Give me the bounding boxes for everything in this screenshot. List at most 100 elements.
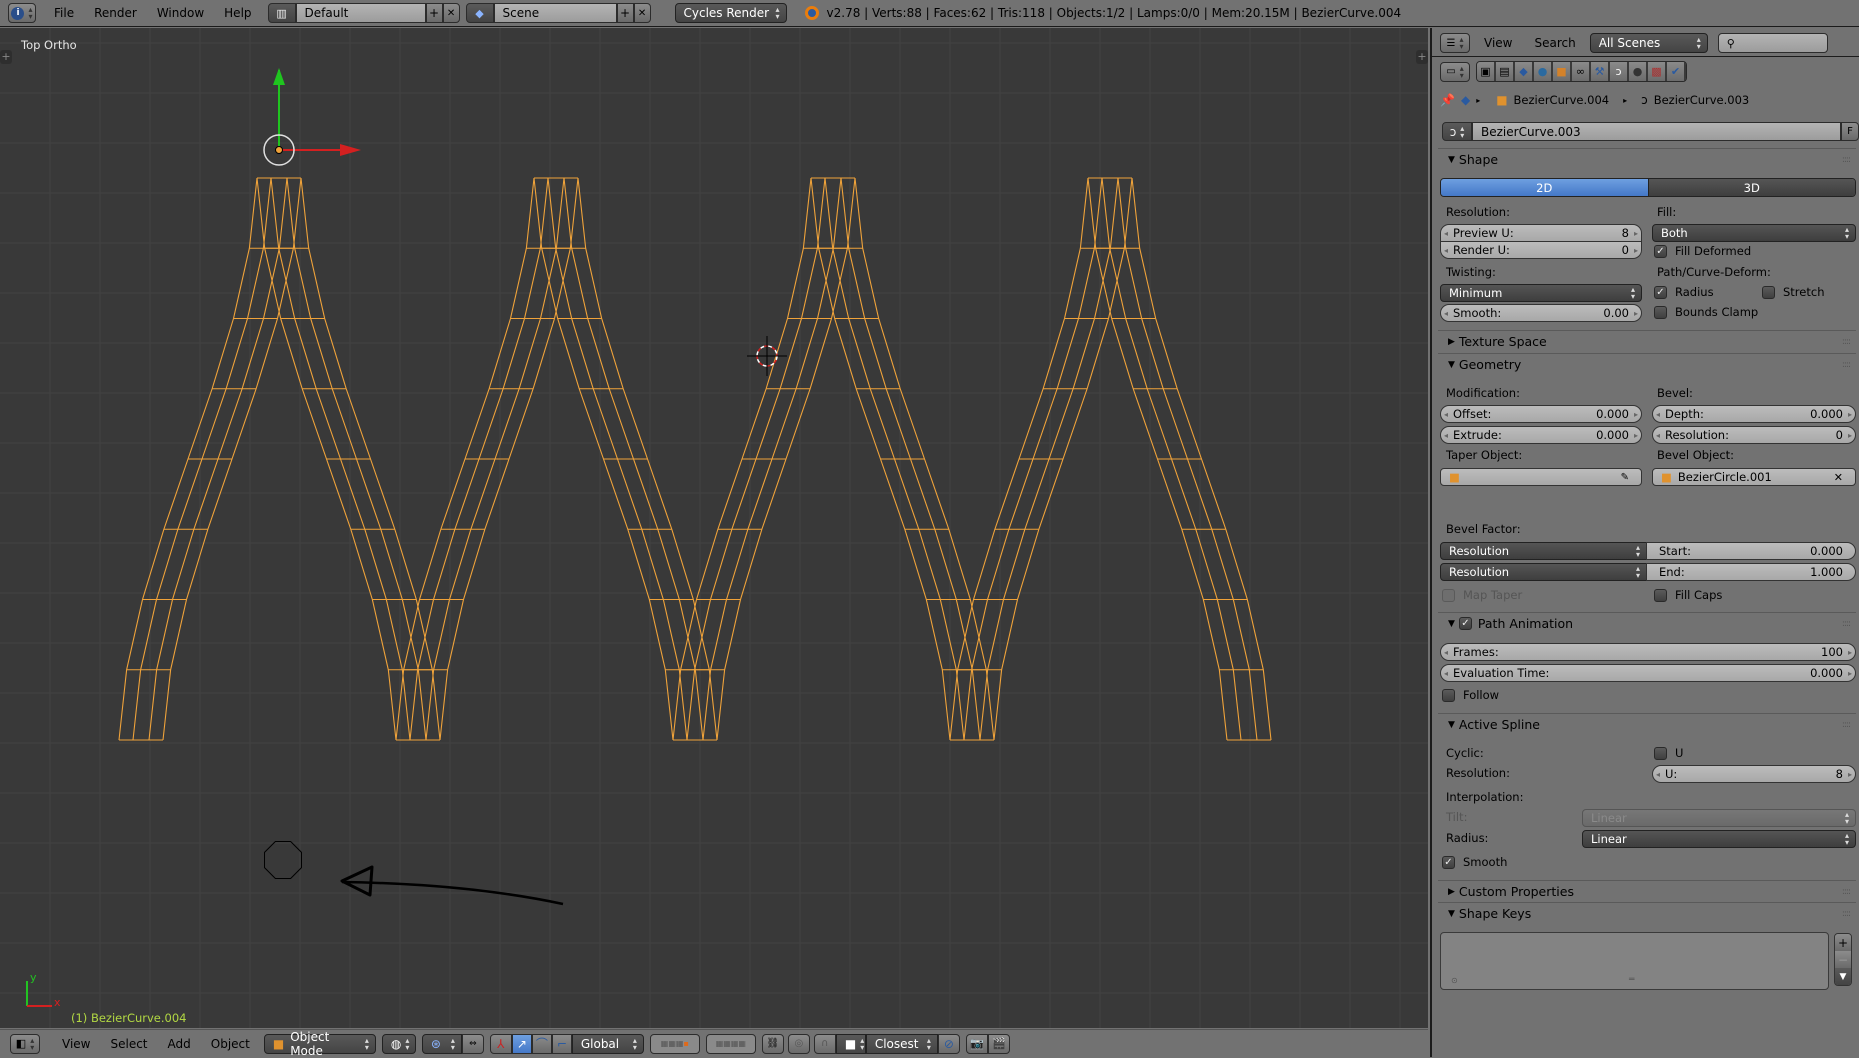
- fill-deformed-checkbox[interactable]: ✓ Fill Deformed: [1654, 244, 1751, 258]
- bevel-factor-mapping-start-select[interactable]: Resolution ▴ ▾: [1440, 542, 1647, 560]
- panel-custom-properties-header[interactable]: ▶ Custom Properties::::: [1438, 880, 1856, 902]
- opengl-render-still-button[interactable]: 📷: [965, 1033, 988, 1054]
- pivot-point-select[interactable]: ⊛ ▴ ▾: [421, 1033, 462, 1054]
- tilt-interpolation-select[interactable]: Linear ▴ ▾: [1582, 809, 1856, 827]
- opengl-render-anim-button[interactable]: 🎬: [987, 1033, 1010, 1054]
- editor-type-properties-button[interactable]: ▭ ▴ ▾: [1440, 61, 1470, 82]
- outliner-search-input[interactable]: ⚲: [1717, 33, 1828, 53]
- extrude-field[interactable]: Extrude: 0.000: [1440, 426, 1642, 444]
- drag-grip-icon[interactable]: ::::: [1842, 887, 1851, 897]
- scene-add-button[interactable]: +: [616, 3, 634, 23]
- drag-grip-icon[interactable]: ::::: [1842, 720, 1851, 730]
- tab-render-layers[interactable]: ▤: [1496, 62, 1515, 81]
- taper-object-field[interactable]: ■ ✎: [1440, 468, 1642, 486]
- 3d-viewport[interactable]: Top Ortho + + (1) BezierCurve.004 y x: [0, 28, 1428, 1028]
- menu-render[interactable]: Render: [84, 6, 147, 20]
- evaluation-time-field[interactable]: Evaluation Time: 0.000: [1440, 664, 1856, 682]
- map-taper-checkbox[interactable]: Map Taper: [1442, 588, 1522, 602]
- path-animation-enable-checkbox[interactable]: ✓: [1458, 617, 1476, 630]
- bevel-factor-mapping-end-select[interactable]: Resolution ▴ ▾: [1440, 563, 1647, 581]
- manipulate-center-toggle[interactable]: ⇔: [461, 1033, 484, 1054]
- smooth-checkbox[interactable]: ✓ Smooth: [1442, 855, 1507, 869]
- render-engine-select[interactable]: Cycles Render ▴ ▾: [674, 3, 787, 23]
- mode-select[interactable]: ■ Object Mode ▴ ▾: [263, 1030, 376, 1058]
- filter-options-icon[interactable]: ⊙: [1451, 976, 1458, 985]
- panel-active-spline-header[interactable]: ▼ Active Spline::::: [1438, 713, 1856, 735]
- menu-help[interactable]: Help: [214, 6, 261, 20]
- lock-layers-toggle[interactable]: ⛓: [761, 1033, 784, 1054]
- layout-delete-button[interactable]: ✕: [442, 3, 460, 23]
- scale-manipulator-button[interactable]: ⌐: [551, 1033, 572, 1054]
- layers-grid-1[interactable]: ▦▦▦▪: [649, 1033, 700, 1054]
- menu-file[interactable]: File: [44, 6, 84, 20]
- panel-geometry-header[interactable]: ▼ Geometry::::: [1438, 353, 1856, 375]
- stretch-checkbox[interactable]: Stretch: [1762, 285, 1824, 299]
- menu-view[interactable]: View: [52, 1037, 100, 1051]
- curve-datablock-browse-button[interactable]: ↄ ▴ ▾: [1442, 122, 1472, 141]
- panel-path-animation-header[interactable]: ▼ ✓ Path Animation::::: [1438, 612, 1856, 634]
- drag-grip-icon[interactable]: ::::: [1842, 337, 1851, 347]
- drag-grip-icon[interactable]: ::::: [1842, 619, 1851, 629]
- preview-u-field[interactable]: Preview U: 8: [1440, 224, 1642, 242]
- snap-target-select[interactable]: Closest ▴ ▾: [865, 1033, 938, 1054]
- tab-physics[interactable]: ✔: [1667, 62, 1686, 81]
- list-resize-handle[interactable]: ═: [1629, 975, 1634, 985]
- render-u-field[interactable]: Render U: 0: [1440, 241, 1642, 259]
- bevel-start-field[interactable]: Start: 0.000: [1646, 542, 1856, 560]
- path-frames-field[interactable]: Frames: 100: [1440, 643, 1856, 661]
- layers-grid-2[interactable]: ▦▦▦▦: [705, 1033, 756, 1054]
- radius-checkbox[interactable]: ✓ Radius: [1654, 285, 1714, 299]
- spline-resolution-u-field[interactable]: U: 8: [1652, 765, 1856, 783]
- snap-element-select[interactable]: ■ ▴ ▾: [835, 1033, 866, 1054]
- pin-icon[interactable]: 📌: [1440, 93, 1455, 107]
- fill-mode-select[interactable]: Both ▴ ▾: [1652, 224, 1856, 242]
- offset-field[interactable]: Offset: 0.000: [1440, 405, 1642, 423]
- dimension-3d-button[interactable]: 3D: [1647, 179, 1855, 196]
- radius-interpolation-select[interactable]: Linear ▴ ▾: [1582, 830, 1856, 848]
- layout-browse-button[interactable]: ▥: [267, 3, 296, 23]
- fill-caps-checkbox[interactable]: Fill Caps: [1654, 588, 1722, 602]
- shape-keys-list[interactable]: ⊙ ═: [1440, 932, 1829, 990]
- smooth-field[interactable]: Smooth: 0.00: [1440, 304, 1642, 322]
- eyedropper-icon[interactable]: ✎: [1621, 472, 1629, 483]
- tab-texture[interactable]: ▩: [1648, 62, 1667, 81]
- tab-world[interactable]: ●: [1534, 62, 1553, 81]
- bevel-end-field[interactable]: End: 1.000: [1646, 563, 1856, 581]
- outliner-menu-search[interactable]: Search: [1526, 36, 1583, 50]
- tab-scene[interactable]: ◆: [1515, 62, 1534, 81]
- proportional-edit-toggle[interactable]: ◎: [787, 1033, 810, 1054]
- follow-checkbox[interactable]: Follow: [1442, 688, 1499, 702]
- editor-type-outliner-button[interactable]: ☰ ▴ ▾: [1440, 33, 1470, 53]
- shape-key-add-button[interactable]: +: [1835, 934, 1851, 951]
- fake-user-button[interactable]: F: [1841, 122, 1859, 141]
- scene-delete-button[interactable]: ✕: [633, 3, 651, 23]
- viewport-shading-select[interactable]: ◍ ▴ ▾: [381, 1033, 416, 1054]
- bevel-object-field[interactable]: ■ BezierCircle.001 ✕: [1652, 468, 1856, 486]
- bevel-depth-field[interactable]: Depth: 0.000: [1652, 405, 1856, 423]
- snap-toggle[interactable]: ∩: [813, 1033, 836, 1054]
- drag-grip-icon[interactable]: ::::: [1842, 360, 1851, 370]
- properties-region-expand-button[interactable]: +: [1416, 50, 1428, 64]
- toolshelf-expand-button[interactable]: +: [0, 50, 12, 64]
- dimension-2d-button[interactable]: 2D: [1441, 179, 1648, 196]
- panel-shape-keys-header[interactable]: ▼ Shape Keys::::: [1438, 902, 1856, 924]
- layout-name-field[interactable]: Default: [295, 3, 426, 23]
- drag-grip-icon[interactable]: ::::: [1842, 155, 1851, 165]
- tab-render[interactable]: ▣: [1477, 62, 1496, 81]
- panel-shape-header[interactable]: ▼ Shape::::: [1438, 148, 1856, 170]
- editor-type-info-button[interactable]: i ▴ ▾: [8, 3, 36, 23]
- cyclic-u-checkbox[interactable]: U: [1654, 746, 1683, 760]
- bevel-resolution-field[interactable]: Resolution: 0: [1652, 426, 1856, 444]
- manipulator-toggle[interactable]: ⅄: [489, 1033, 512, 1054]
- tab-material[interactable]: ●: [1629, 62, 1648, 81]
- outliner-display-mode-select[interactable]: All Scenes ▴ ▾: [1589, 33, 1708, 53]
- rotate-manipulator-button[interactable]: ⌒: [531, 1033, 552, 1054]
- scene-browse-button[interactable]: ◆: [465, 3, 494, 23]
- snap-align-rotation-toggle[interactable]: ⊘: [937, 1033, 960, 1054]
- tab-constraints[interactable]: ∞: [1572, 62, 1591, 81]
- bounds-clamp-checkbox[interactable]: Bounds Clamp: [1654, 305, 1758, 319]
- layout-add-button[interactable]: +: [425, 3, 443, 23]
- translate-manipulator-button[interactable]: ↗: [511, 1033, 532, 1054]
- tab-curve-data[interactable]: ↄ: [1610, 62, 1629, 81]
- shape-key-specials-button[interactable]: ▼: [1835, 968, 1851, 985]
